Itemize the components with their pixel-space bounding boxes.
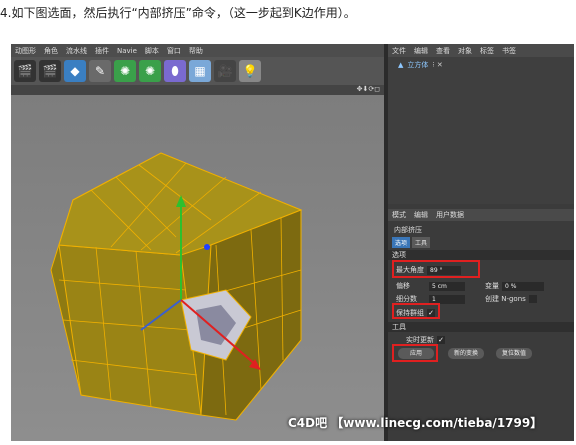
- viewport-header: ✥⬇⟳◻: [11, 85, 384, 95]
- am-menu-mode[interactable]: 模式: [388, 210, 410, 220]
- watermark-text: C4D吧 【www.linecg.com/tieba/1799】: [288, 416, 543, 430]
- object-manager-menu: 文件 编辑 查看 对象 标签 书签: [388, 44, 574, 57]
- viewport-nav-icons[interactable]: ✥⬇⟳◻: [357, 85, 380, 93]
- attribute-tabs: 选项 工具: [392, 237, 431, 248]
- variance-label: 变量: [485, 282, 499, 290]
- offset-label: 偏移: [396, 282, 410, 290]
- tutorial-caption: 4.如下图选面，然后执行“内部挤压”命令，（这一步起到K边作用）。: [0, 6, 356, 20]
- light-icon[interactable]: 💡: [239, 60, 261, 82]
- film-icon[interactable]: 🎬: [39, 60, 61, 82]
- visibility-dots-icon[interactable]: ⁝ ✕: [432, 61, 442, 69]
- menu-item[interactable]: Navie: [113, 47, 141, 55]
- menu-item[interactable]: 脚本: [141, 46, 163, 56]
- menu-item[interactable]: 流水线: [62, 46, 91, 56]
- tab-tool[interactable]: 工具: [412, 237, 431, 248]
- object-list: ▲ 立方体 ⁝ ✕: [388, 57, 574, 204]
- realtime-checkbox[interactable]: ✓: [437, 336, 445, 344]
- gear-icon[interactable]: ✺: [139, 60, 161, 82]
- gear-icon[interactable]: ✺: [114, 60, 136, 82]
- new-transform-button[interactable]: 新的变换: [448, 348, 484, 359]
- menu-item[interactable]: 动图形: [11, 46, 40, 56]
- capsule-icon[interactable]: ⬮: [164, 60, 186, 82]
- tool-title: 内部挤压: [394, 226, 422, 234]
- menu-item[interactable]: 窗口: [163, 46, 185, 56]
- om-menu-edit[interactable]: 编辑: [410, 46, 432, 56]
- om-menu-file[interactable]: 文件: [388, 46, 410, 56]
- cube-icon: ▲: [398, 61, 404, 69]
- section-tool-header: 工具: [388, 322, 574, 332]
- cube-front-face: [58, 244, 202, 416]
- menu-item[interactable]: 角色: [40, 46, 62, 56]
- highlight-apply: [392, 344, 438, 362]
- grid-icon[interactable]: ▦: [189, 60, 211, 82]
- variance-field[interactable]: 0 %: [502, 281, 544, 291]
- am-menu-edit[interactable]: 编辑: [410, 210, 432, 220]
- camera-icon[interactable]: 🎥: [214, 60, 236, 82]
- om-menu-bookmarks[interactable]: 书签: [498, 46, 520, 56]
- menu-item[interactable]: 插件: [91, 46, 113, 56]
- object-row-cube[interactable]: ▲ 立方体 ⁝ ✕: [398, 60, 443, 70]
- om-menu-tags[interactable]: 标签: [476, 46, 498, 56]
- toolbar: 🎬 🎬 ◆ ✎ ✺ ✺ ⬮ ▦ 🎥 💡: [11, 57, 384, 85]
- right-panels: 文件 编辑 查看 对象 标签 书签 ▲ 立方体 ⁝ ✕ 模式 编辑 用户数据 内…: [388, 44, 574, 441]
- pen-icon[interactable]: ✎: [89, 60, 111, 82]
- axis-center-point[interactable]: [204, 244, 210, 250]
- ngons-checkbox[interactable]: [528, 295, 537, 303]
- menubar: 动图形 角色 流水线 插件 Navie 脚本 窗口 帮助: [11, 44, 384, 57]
- viewport-scene: [11, 95, 384, 441]
- cinema4d-window: 动图形 角色 流水线 插件 Navie 脚本 窗口 帮助 🎬 🎬 ◆ ✎ ✺ ✺…: [11, 44, 574, 441]
- attribute-manager-menu: 模式 编辑 用户数据: [388, 209, 574, 221]
- om-menu-object[interactable]: 对象: [454, 46, 476, 56]
- viewport[interactable]: [11, 95, 384, 441]
- menu-item[interactable]: 帮助: [185, 46, 207, 56]
- section-options-header: 选项: [388, 250, 574, 260]
- tab-options[interactable]: 选项: [392, 237, 411, 248]
- highlight-preserve-groups: [392, 303, 440, 319]
- offset-row: 偏移 5 cm 变量 0 %: [396, 281, 544, 291]
- reset-values-button[interactable]: 复位数值: [496, 348, 532, 359]
- am-menu-userdata[interactable]: 用户数据: [432, 210, 468, 220]
- om-menu-view[interactable]: 查看: [432, 46, 454, 56]
- film-icon[interactable]: 🎬: [14, 60, 36, 82]
- cube-icon[interactable]: ◆: [64, 60, 86, 82]
- highlight-max-angle: [392, 260, 480, 278]
- ngons-label: 创建 N-gons: [485, 295, 526, 303]
- object-name[interactable]: 立方体: [407, 60, 428, 70]
- offset-field[interactable]: 5 cm: [429, 281, 465, 291]
